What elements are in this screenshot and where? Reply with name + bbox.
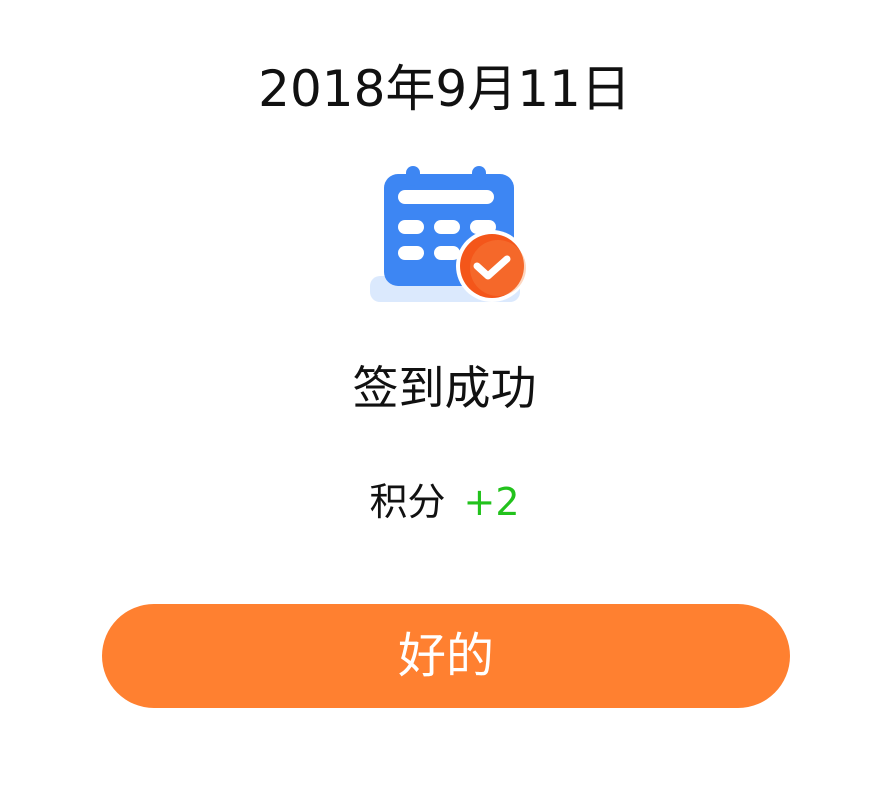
points-label: 积分 bbox=[369, 480, 446, 524]
confirm-button[interactable]: 好的 bbox=[102, 604, 790, 708]
points-delta: +2 bbox=[463, 480, 520, 524]
checkin-date: 2018年9月11日 bbox=[258, 60, 631, 118]
checkin-success-dialog: 2018年9月11日 签到成功 积分 +2 好的 bbox=[0, 0, 889, 799]
success-title: 签到成功 bbox=[352, 361, 537, 415]
points-row: 积分 +2 bbox=[0, 475, 889, 529]
calendar-check-icon bbox=[368, 164, 532, 308]
